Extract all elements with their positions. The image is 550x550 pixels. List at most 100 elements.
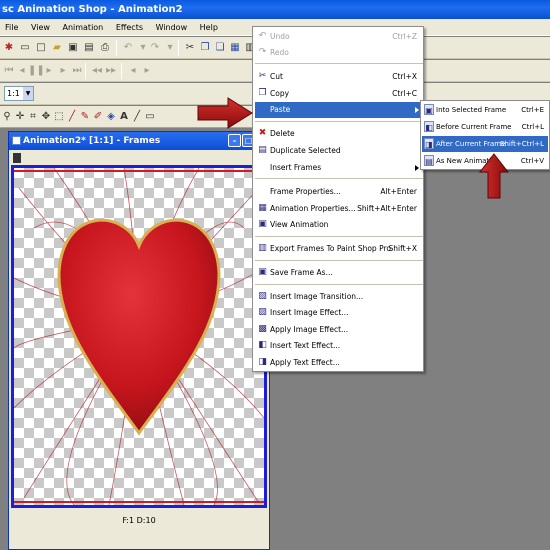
- menu-item-save-frame-as[interactable]: ▣ Save Frame As...: [255, 265, 423, 281]
- menu-item-redo[interactable]: ↷ Redo: [255, 45, 423, 61]
- paste-toolbar-icon[interactable]: ❏: [213, 41, 227, 55]
- menu-item-copy[interactable]: ❐ Copy Ctrl+C: [255, 86, 423, 102]
- new-icon[interactable]: □: [34, 41, 48, 55]
- last-frame-icon[interactable]: ⏭: [70, 64, 84, 78]
- submenu-item-into-selected-frame[interactable]: ▣ Into Selected Frame Ctrl+E: [422, 102, 548, 118]
- animation-properties-icon: ▦: [258, 203, 267, 213]
- mover-tool-icon[interactable]: ✛: [13, 110, 27, 124]
- into-frame-icon: ▣: [424, 104, 434, 115]
- menu-item-apply-text-effect[interactable]: ◨ Apply Text Effect...: [255, 355, 423, 371]
- fill-tool-icon[interactable]: ◈: [104, 110, 118, 124]
- menu-item-duplicate-selected[interactable]: ▤ Duplicate Selected: [255, 143, 423, 159]
- submenu-item-shortcut: Ctrl+E: [521, 106, 544, 114]
- save-icon[interactable]: ▣: [66, 41, 80, 55]
- menu-item-shortcut: Shift+X: [388, 244, 417, 253]
- menu-item-animation-properties[interactable]: ▦ Animation Properties... Shift+Alt+Ente…: [255, 201, 423, 217]
- heart-shape: [57, 218, 221, 436]
- menu-item-cut[interactable]: ✂ Cut Ctrl+X: [255, 69, 423, 85]
- rectangle-tool-icon[interactable]: ▭: [143, 110, 157, 124]
- after-frame-icon: ◨: [424, 138, 434, 149]
- copy-icon: ❐: [258, 88, 267, 98]
- pause-icon[interactable]: ❚❚: [28, 64, 45, 78]
- redo-toolbar-icon[interactable]: ↷: [148, 41, 162, 55]
- menu-item-insert-image-effect[interactable]: ▨ Insert Image Effect...: [255, 305, 423, 321]
- selection-tool-icon[interactable]: ⬚: [52, 110, 66, 124]
- menu-item-delete[interactable]: ✖ Delete: [255, 126, 423, 142]
- menu-file[interactable]: File: [0, 19, 23, 36]
- move-tool-icon[interactable]: ✥: [39, 110, 53, 124]
- minimize-icon[interactable]: –: [228, 134, 241, 147]
- zoom-tool-icon[interactable]: ⚲: [0, 110, 14, 124]
- menu-item-frame-properties[interactable]: Frame Properties... Alt+Enter: [255, 184, 423, 200]
- image-effect-icon: ▨: [258, 307, 267, 317]
- menu-item-label: Redo: [270, 48, 289, 57]
- play-icon[interactable]: ▸: [42, 64, 56, 78]
- zoom-select[interactable]: 1:1 ▼: [4, 86, 34, 101]
- chevron-down-icon[interactable]: ▼: [23, 87, 33, 100]
- prev-page-icon[interactable]: ◂: [126, 64, 140, 78]
- menu-separator: [255, 63, 423, 64]
- frames-window-title-bar[interactable]: Animation2* [1:1] - Frames – □: [9, 132, 269, 150]
- menu-item-label: Export Frames To Paint Shop Pro: [270, 244, 391, 253]
- menu-effects[interactable]: Effects: [111, 19, 148, 36]
- menu-item-export-frames[interactable]: ▥ Export Frames To Paint Shop Pro Shift+…: [255, 241, 423, 257]
- undo-toolbar-icon[interactable]: ↶: [121, 41, 135, 55]
- submenu-item-before-current-frame[interactable]: ◧ Before Current Frame Ctrl+L: [422, 119, 548, 135]
- text-tool-icon[interactable]: A: [117, 110, 131, 124]
- frame-thumbnail[interactable]: [11, 165, 267, 508]
- print-icon[interactable]: ⎙: [98, 41, 112, 55]
- brush-tool-icon[interactable]: ✎: [78, 110, 92, 124]
- menu-item-insert-text-effect[interactable]: ◧ Insert Text Effect...: [255, 338, 423, 354]
- menu-item-insert-image-transition[interactable]: ▧ Insert Image Transition...: [255, 289, 423, 305]
- menu-help[interactable]: Help: [195, 19, 223, 36]
- redo-dropdown-icon[interactable]: ▾: [163, 41, 177, 55]
- next-page-icon[interactable]: ▸: [140, 64, 154, 78]
- previous-frame-icon[interactable]: ◂: [15, 64, 29, 78]
- menu-item-shortcut: Ctrl+X: [392, 72, 417, 81]
- menu-item-label: Insert Text Effect...: [270, 341, 341, 350]
- first-frame-icon[interactable]: ⏮: [2, 64, 16, 78]
- dropper-tool-icon[interactable]: ╱: [65, 110, 79, 124]
- frames-window: Animation2* [1:1] - Frames – □ F:1 D:10: [8, 131, 270, 550]
- rewind-icon[interactable]: ◂◂: [90, 64, 104, 78]
- crop-tool-icon[interactable]: ⌗: [26, 110, 40, 124]
- menu-window[interactable]: Window: [151, 19, 193, 36]
- new-file-icon[interactable]: ▭: [18, 41, 32, 55]
- menu-item-shortcut: Ctrl+Z: [392, 32, 417, 41]
- menu-item-label: Apply Image Effect...: [270, 325, 349, 334]
- heart-artwork: [14, 168, 264, 505]
- save-all-icon[interactable]: ▤: [82, 41, 96, 55]
- menu-item-paste[interactable]: Paste: [255, 102, 423, 118]
- line-tool-icon[interactable]: ╱: [130, 110, 144, 124]
- menu-item-label: Insert Image Effect...: [270, 308, 349, 317]
- transition-icon: ▧: [258, 291, 267, 301]
- edit-menu: ↶ Undo Ctrl+Z ↷ Redo ✂ Cut Ctrl+X ❐ Copy…: [252, 26, 424, 372]
- copy-toolbar-icon[interactable]: ❐: [198, 41, 212, 55]
- menu-item-undo[interactable]: ↶ Undo Ctrl+Z: [255, 29, 423, 45]
- eraser-tool-icon[interactable]: ✐: [91, 110, 105, 124]
- wizard-icon[interactable]: ✱: [2, 41, 16, 55]
- scissors-icon: ✂: [258, 71, 267, 81]
- redo-icon: ↷: [258, 47, 267, 57]
- next-frame-icon[interactable]: ▸: [56, 64, 70, 78]
- menu-item-view-animation[interactable]: ▣ View Animation: [255, 217, 423, 233]
- paste-frame-icon[interactable]: ▦: [228, 41, 242, 55]
- menu-animation[interactable]: Animation: [57, 19, 108, 36]
- document-icon: [12, 136, 21, 145]
- submenu-arrow-icon: [415, 107, 419, 113]
- menu-item-insert-frames[interactable]: Insert Frames: [255, 160, 423, 176]
- tutorial-arrow-right-icon: [197, 97, 253, 129]
- open-folder-icon[interactable]: ▰: [50, 41, 64, 55]
- apply-effect-icon: ▩: [258, 324, 267, 334]
- toolbar-separator: [178, 40, 179, 56]
- text-effect-icon: ◧: [258, 340, 267, 350]
- menu-view[interactable]: View: [26, 19, 55, 36]
- menu-separator: [255, 121, 423, 122]
- forward-icon[interactable]: ▸▸: [104, 64, 118, 78]
- view-animation-icon: ▣: [258, 219, 267, 229]
- app-title: sc Animation Shop - Animation2: [2, 4, 183, 15]
- menu-item-apply-image-effect[interactable]: ▩ Apply Image Effect...: [255, 322, 423, 338]
- submenu-item-after-current-frame[interactable]: ◨ After Current Frame Shift+Ctrl+L: [422, 136, 548, 152]
- cut-toolbar-icon[interactable]: ✂: [183, 41, 197, 55]
- menu-separator: [255, 260, 423, 261]
